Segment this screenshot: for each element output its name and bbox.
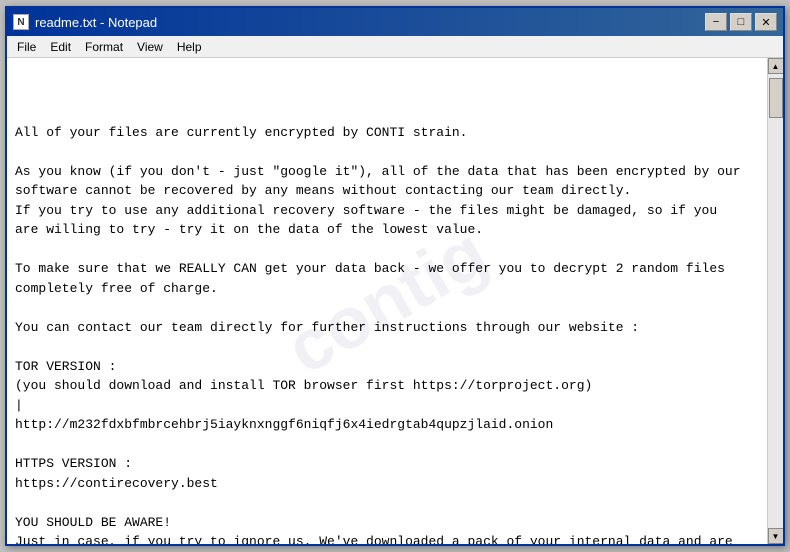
scroll-track[interactable]: [768, 74, 783, 528]
title-bar-buttons: − □ ✕: [705, 13, 777, 31]
app-icon: N: [13, 14, 29, 30]
scroll-down-button[interactable]: ▼: [768, 528, 784, 544]
close-button[interactable]: ✕: [755, 13, 777, 31]
menu-help[interactable]: Help: [171, 38, 208, 56]
menu-format[interactable]: Format: [79, 38, 129, 56]
window-title: readme.txt - Notepad: [35, 15, 157, 30]
title-bar: N readme.txt - Notepad − □ ✕: [7, 8, 783, 36]
scrollbar[interactable]: ▲ ▼: [767, 58, 783, 544]
menu-view[interactable]: View: [131, 38, 169, 56]
scroll-up-button[interactable]: ▲: [768, 58, 784, 74]
maximize-button[interactable]: □: [730, 13, 752, 31]
title-bar-left: N readme.txt - Notepad: [13, 14, 157, 30]
menu-edit[interactable]: Edit: [44, 38, 77, 56]
text-content: All of your files are currently encrypte…: [15, 123, 759, 545]
scroll-thumb[interactable]: [769, 78, 783, 118]
menu-file[interactable]: File: [11, 38, 42, 56]
menu-bar: File Edit Format View Help: [7, 36, 783, 58]
minimize-button[interactable]: −: [705, 13, 727, 31]
notepad-window: N readme.txt - Notepad − □ ✕ File Edit F…: [5, 6, 785, 546]
content-area: contig All of your files are currently e…: [7, 58, 783, 544]
text-editor[interactable]: contig All of your files are currently e…: [7, 58, 767, 544]
